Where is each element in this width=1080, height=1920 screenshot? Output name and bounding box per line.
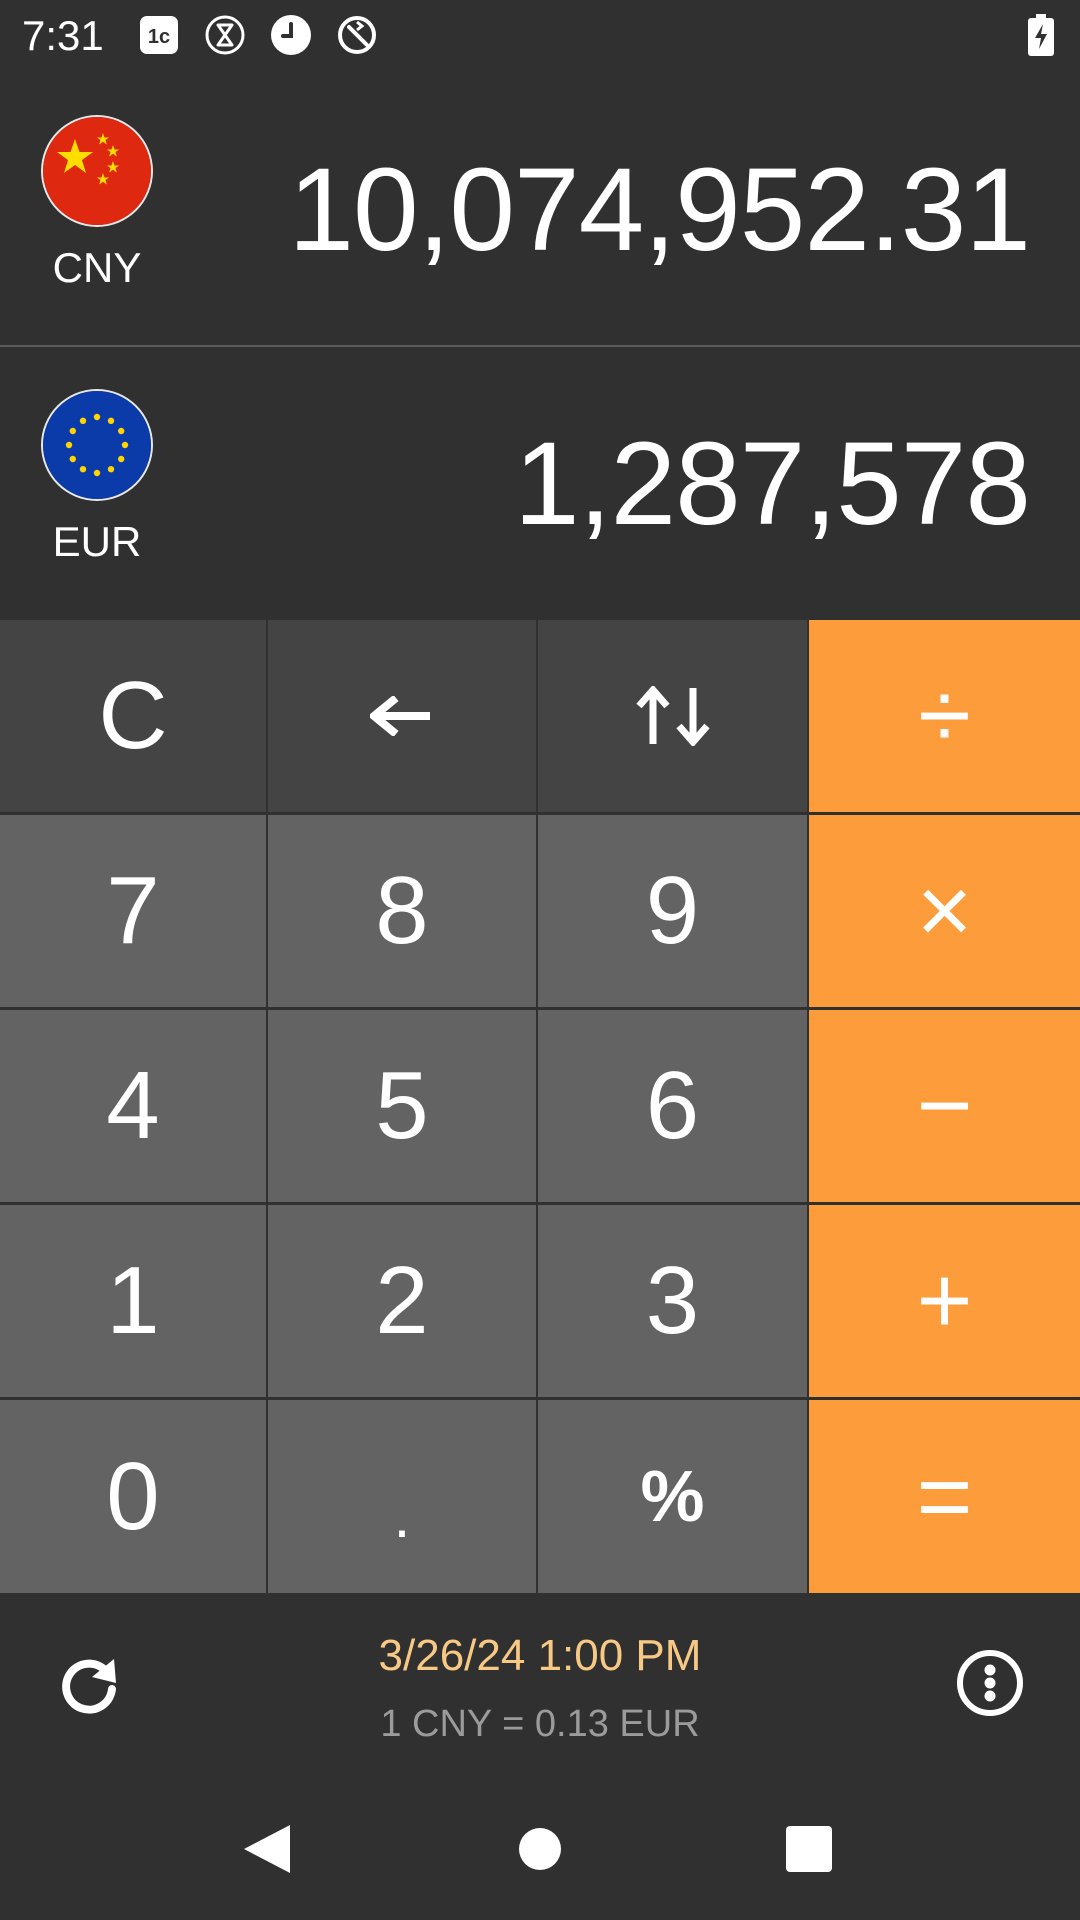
digit-9-button[interactable]: 9 [538, 815, 807, 1007]
swap-arrows-icon [635, 686, 710, 746]
clear-button[interactable]: C [0, 620, 266, 812]
minus-button[interactable]: − [809, 1010, 1080, 1202]
status-time: 7:31 [22, 12, 104, 59]
eu-flag-icon[interactable] [43, 391, 151, 499]
divide-label: ÷ [918, 662, 971, 769]
minus-label: − [916, 1052, 973, 1159]
battery-charging-icon [1028, 14, 1054, 56]
digit-9-label: 9 [645, 857, 700, 964]
hourglass-icon [205, 15, 245, 55]
no-sync-icon [338, 16, 376, 54]
digit-3-button[interactable]: 3 [538, 1205, 807, 1397]
status-bar: 7:31 1c [0, 0, 1080, 72]
equals-label: = [916, 1442, 973, 1550]
digit-0-button[interactable]: 0 [0, 1400, 266, 1593]
recents-icon[interactable] [786, 1826, 832, 1872]
digit-1-label: 1 [106, 1247, 160, 1354]
rate-updated-date: 3/26/24 1:00 PM [378, 1631, 702, 1680]
decimal-button[interactable]: . [268, 1400, 536, 1593]
to-currency-amount: 1,287,578 [514, 418, 1031, 550]
multiply-button[interactable]: × [809, 815, 1080, 1007]
digit-2-label: 2 [375, 1247, 429, 1354]
plus-button[interactable]: + [809, 1205, 1080, 1397]
svg-text:1c: 1c [148, 26, 170, 48]
digit-3-label: 3 [645, 1247, 700, 1354]
clear-label: C [98, 662, 168, 769]
digit-5-label: 5 [375, 1052, 429, 1159]
clock-icon [271, 15, 311, 55]
digit-5-button[interactable]: 5 [268, 1010, 536, 1202]
china-flag-icon[interactable] [43, 117, 151, 225]
multiply-label: × [916, 857, 973, 964]
equals-button[interactable]: = [809, 1400, 1080, 1593]
digit-7-button[interactable]: 7 [0, 815, 266, 1007]
percent-button[interactable]: % [538, 1400, 807, 1593]
decimal-label: . [393, 1483, 411, 1550]
digit-8-button[interactable]: 8 [268, 815, 536, 1007]
from-currency-row[interactable]: CNY 10,074,952.31 [0, 72, 1080, 346]
digit-1-button[interactable]: 1 [0, 1205, 266, 1397]
from-currency-amount: 10,074,952.31 [288, 144, 1031, 276]
to-currency-row[interactable]: EUR 1,287,578 [0, 346, 1080, 620]
digit-4-button[interactable]: 4 [0, 1010, 266, 1202]
backspace-button[interactable] [268, 620, 536, 812]
digit-7-label: 7 [106, 857, 160, 964]
info-bar: 3/26/24 1:00 PM 1 CNY = 0.13 EUR [0, 1593, 1080, 1793]
percent-label: % [640, 1456, 705, 1537]
keypad: C ÷ 7 8 9 × 4 5 6 − 1 2 3 + 0 . % = [0, 620, 1080, 1593]
home-icon[interactable] [518, 1827, 562, 1871]
more-options-icon[interactable] [956, 1649, 1024, 1717]
digit-4-label: 4 [106, 1052, 160, 1159]
sim-icon: 1c [140, 16, 178, 54]
digit-2-button[interactable]: 2 [268, 1205, 536, 1397]
back-icon[interactable] [242, 1823, 292, 1875]
plus-label: + [916, 1247, 973, 1354]
backspace-arrow-icon [370, 696, 430, 736]
from-currency-code[interactable]: CNY [0, 244, 194, 292]
exchange-rate-text: 1 CNY = 0.13 EUR [380, 1703, 700, 1745]
swap-currencies-button[interactable] [538, 620, 807, 812]
divide-button[interactable]: ÷ [809, 620, 1080, 812]
digit-6-label: 6 [645, 1052, 700, 1159]
digit-0-label: 0 [106, 1442, 160, 1550]
to-currency-code[interactable]: EUR [0, 518, 194, 566]
digit-6-button[interactable]: 6 [538, 1010, 807, 1202]
navigation-bar [0, 1793, 1080, 1920]
digit-8-label: 8 [375, 857, 429, 964]
